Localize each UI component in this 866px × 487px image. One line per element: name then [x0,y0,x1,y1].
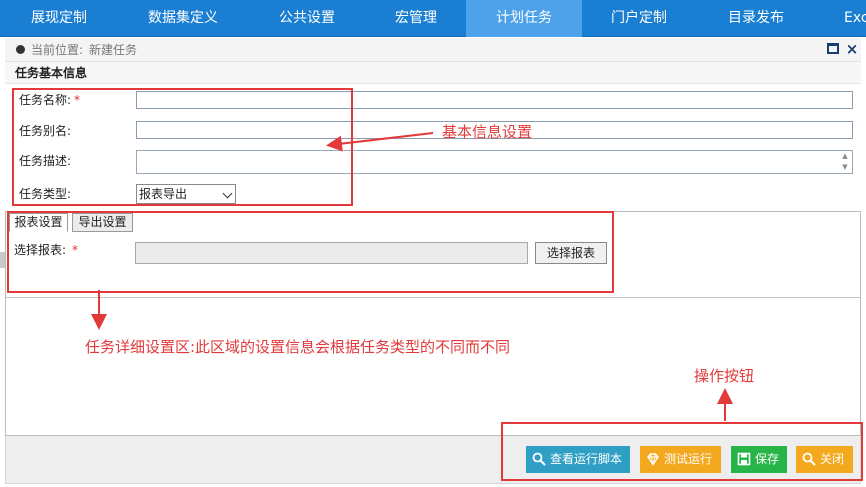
nav-item-catalog-publish[interactable]: 目录发布 [696,0,816,37]
close-icon[interactable]: × [845,40,859,58]
top-nav: 展现定制 数据集定义 公共设置 宏管理 计划任务 门户定制 目录发布 Exc [0,0,866,37]
breadcrumb-text: 当前位置: 新建任务 [31,42,137,58]
basic-info-annotation: 基本信息设置 [442,123,533,141]
nav-item-macro-management[interactable]: 宏管理 [366,0,466,37]
maximize-icon[interactable] [827,43,839,54]
action-buttons-annotation: 操作按钮 [694,367,755,385]
breadcrumb-current: 新建任务 [89,43,138,57]
scroll-up-icon[interactable]: ▲ [840,152,850,160]
nav-item-public-settings[interactable]: 公共设置 [248,0,366,37]
detail-area-annotation: 任务详细设置区:此区域的设置信息会根据任务类型的不同而不同 [85,338,511,356]
scroll-down-icon[interactable]: ▼ [840,163,850,171]
nav-item-display-custom[interactable]: 展现定制 [0,0,118,37]
location-dot-icon [16,45,25,54]
section-title: 任务基本信息 [5,62,861,84]
breadcrumb-prefix: 当前位置: [31,43,84,57]
nav-item-dataset-definition[interactable]: 数据集定义 [118,0,248,37]
action-buttons-highlight-box [501,422,863,481]
basic-info-highlight-box [12,88,353,206]
side-collapse-handle[interactable] [0,252,5,268]
panel-divider [6,297,860,298]
breadcrumb: 当前位置: 新建任务 × [5,38,861,62]
nav-item-excel[interactable]: Exc [816,0,866,37]
nav-item-scheduled-tasks[interactable]: 计划任务 [466,0,582,37]
nav-item-portal-custom[interactable]: 门户定制 [582,0,696,37]
detail-area-highlight-box [7,211,614,293]
